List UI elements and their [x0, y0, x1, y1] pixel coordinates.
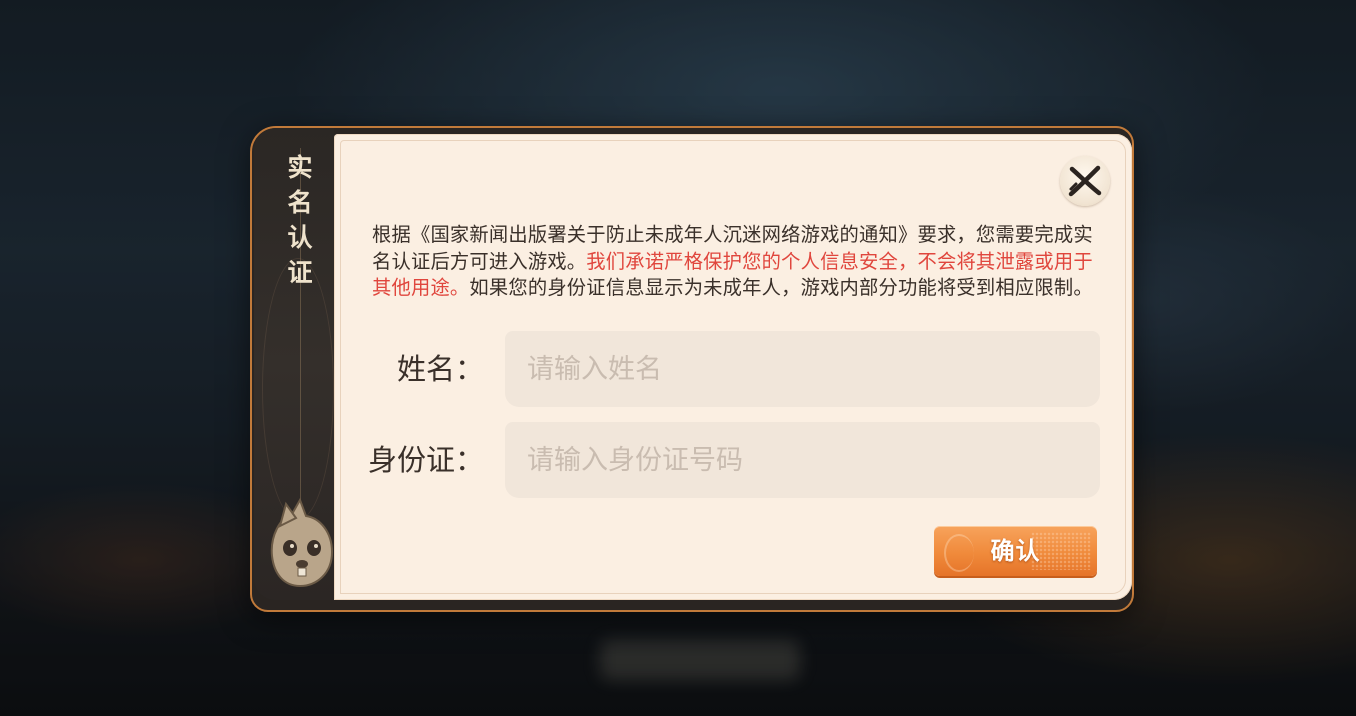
real-name-auth-dialog: 实名认证 根据《国家新闻出版署关于防止未成年人沉迷网络游戏的通知》要求，您需要完… — [250, 126, 1136, 612]
id-label: 身份证： — [367, 443, 484, 477]
close-button[interactable] — [1060, 156, 1110, 206]
notice-part3: 如果您的身份证信息显示为未成年人，游戏内部分功能将受到相应限制。 — [469, 276, 1093, 299]
dialog-title: 实名认证 — [287, 153, 313, 287]
background-blur-strip — [600, 640, 800, 680]
confirm-button-label: 确认 — [990, 537, 1041, 565]
name-row: 姓名： — [372, 331, 1102, 407]
notice-text: 根据《国家新闻出版署关于防止未成年人沉迷网络游戏的通知》要求，您需要完成实名认证… — [372, 222, 1102, 302]
name-input[interactable] — [505, 331, 1100, 407]
confirm-button[interactable]: 确认 — [934, 526, 1097, 576]
close-x-icon — [1068, 165, 1102, 197]
side-decor-curve — [262, 258, 334, 520]
squirrel-mascot-icon — [270, 497, 334, 588]
id-row: 身份证： — [368, 422, 1102, 498]
game-background: 实名认证 根据《国家新闻出版署关于防止未成年人沉迷网络游戏的通知》要求，您需要完… — [0, 0, 1356, 716]
name-label: 姓名： — [396, 352, 484, 386]
id-number-input[interactable] — [505, 422, 1100, 498]
side-title-tab: 实名认证 — [254, 128, 334, 600]
dialog-content-panel: 根据《国家新闻出版署关于防止未成年人沉迷网络游戏的通知》要求，您需要完成实名认证… — [334, 134, 1132, 600]
